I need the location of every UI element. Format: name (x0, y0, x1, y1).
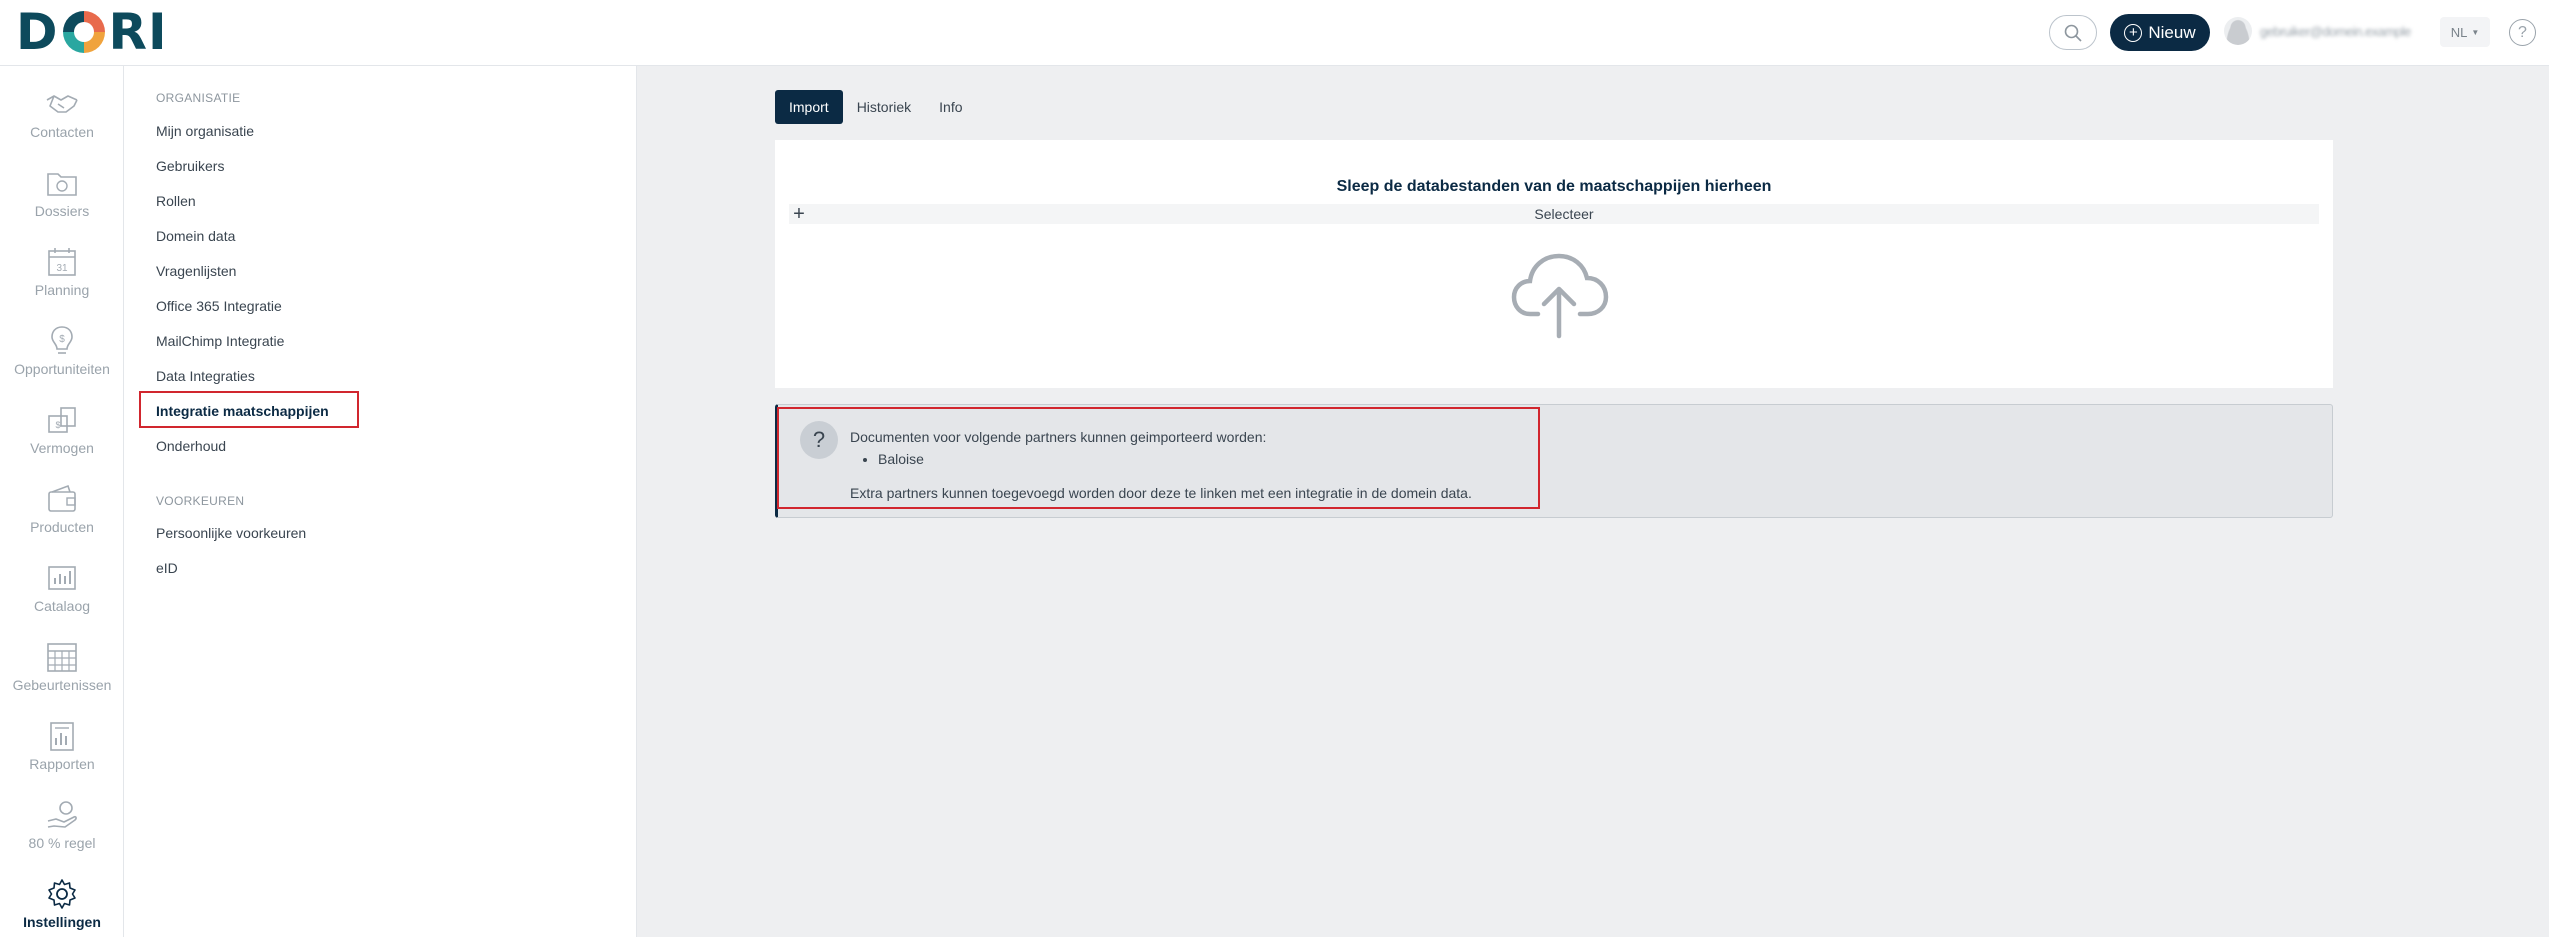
logo-letters: RI (108, 3, 168, 61)
avatar (2224, 17, 2252, 45)
wallet-icon (48, 484, 76, 512)
nav-item-opportuniteiten[interactable]: $ Opportuniteiten (0, 319, 124, 398)
menu-item-persoonlijke-voorkeuren[interactable]: Persoonlijke voorkeuren (156, 525, 306, 541)
section-heading-voorkeuren: VOORKEUREN (156, 494, 245, 508)
menu-item-domein-data[interactable]: Domein data (156, 228, 235, 244)
search-button[interactable] (2049, 15, 2097, 50)
tab-historiek[interactable]: Historiek (843, 90, 925, 124)
dori-logo[interactable]: D RI (16, 3, 168, 61)
nav-label: Vermogen (30, 440, 94, 456)
settings-menu: ORGANISATIE Mijn organisatie Gebruikers … (124, 66, 637, 937)
nav-label: 80 % regel (28, 835, 96, 851)
nav-item-planning[interactable]: 31 Planning (0, 240, 124, 319)
tab-info[interactable]: Info (925, 90, 976, 124)
nav-item-rapporten[interactable]: Rapporten (0, 714, 124, 793)
plus-circle-icon: + (2124, 23, 2143, 42)
nav-label: Dossiers (34, 203, 90, 219)
search-icon (2064, 24, 2082, 42)
nav-label: Contacten (30, 124, 94, 140)
report-icon (50, 722, 74, 751)
menu-item-mijn-organisatie[interactable]: Mijn organisatie (156, 123, 254, 139)
new-button[interactable]: + Nieuw (2110, 14, 2210, 51)
nav-label: Catalaog (33, 598, 91, 614)
folder-icon (47, 173, 77, 196)
menu-item-office-365[interactable]: Office 365 Integratie (156, 298, 282, 314)
lightbulb-icon: $ (51, 326, 73, 354)
upload-title: Sleep de databestanden van de maatschapp… (1336, 178, 1772, 195)
logo-letter: D (16, 3, 59, 61)
nav-label: Rapporten (29, 756, 95, 772)
language-dropdown[interactable]: NL ▼ (2440, 17, 2490, 47)
nav-label: Gebeurtenissen (12, 677, 112, 693)
user-menu[interactable]: gebruiker@domein.example (2224, 17, 2415, 45)
nav-item-catalaog[interactable]: Catalaog (0, 556, 124, 635)
grid-calendar-icon (47, 643, 77, 672)
info-highlight-box (777, 407, 1540, 509)
menu-item-mailchimp[interactable]: MailChimp Integratie (156, 333, 284, 349)
tab-import[interactable]: Import (775, 90, 843, 124)
nav-item-vermogen[interactable]: $ Vermogen (0, 398, 124, 477)
svg-text:$: $ (55, 420, 60, 430)
menu-item-vragenlijsten[interactable]: Vragenlijsten (156, 263, 236, 279)
nav-label: Producten (30, 519, 94, 535)
menu-item-data-integraties[interactable]: Data Integraties (156, 368, 255, 384)
nav-item-contacten[interactable]: Contacten (0, 82, 124, 161)
logo-ring-icon (62, 11, 105, 53)
menu-item-rollen[interactable]: Rollen (156, 193, 196, 209)
handshake-icon (46, 95, 78, 113)
menu-item-integratie-maatschappijen[interactable]: Integratie maatschappijen (156, 403, 329, 419)
nav-label: Opportuniteiten (14, 361, 110, 377)
main-navigation: Contacten Dossiers 31 Planning $ Opportu… (0, 66, 124, 937)
top-header: D RI + Nieuw gebruiker@domein.example NL… (0, 0, 2549, 66)
nav-label: Instellingen (23, 914, 101, 930)
user-name: gebruiker@domein.example (2260, 23, 2411, 39)
money-icon: $ (48, 407, 76, 433)
select-label: Selecteer (1534, 206, 1594, 222)
main-content: Import Historiek Info Sleep de databesta… (637, 66, 2549, 937)
calendar-icon: 31 (48, 248, 76, 276)
section-heading-organisatie: ORGANISATIE (156, 91, 241, 105)
question-icon: ? (2518, 23, 2527, 41)
nav-item-producten[interactable]: Producten (0, 477, 124, 556)
svg-text:31: 31 (56, 263, 68, 274)
language-label: NL (2450, 24, 2468, 40)
upload-dropzone[interactable]: Sleep de databestanden van de maatschapp… (775, 140, 2333, 388)
nav-item-dossiers[interactable]: Dossiers (0, 161, 124, 240)
nav-label: Planning (34, 282, 90, 298)
menu-item-onderhoud[interactable]: Onderhoud (156, 438, 226, 454)
caret-down-icon: ▼ (2471, 27, 2480, 37)
chart-icon (48, 566, 76, 590)
plus-icon: + (793, 203, 805, 225)
nav-item-gebeurtenissen[interactable]: Gebeurtenissen (0, 635, 124, 714)
select-files-button[interactable]: + Selecteer (789, 204, 2319, 224)
cloud-upload-icon (1511, 253, 1609, 339)
nav-item-instellingen[interactable]: Instellingen (0, 872, 124, 951)
tab-bar: Import Historiek Info (775, 90, 977, 124)
menu-item-eid[interactable]: eID (156, 560, 178, 576)
gear-icon (48, 879, 76, 909)
new-button-label: Nieuw (2148, 22, 2196, 42)
hand-coin-icon (47, 801, 77, 828)
help-button[interactable]: ? (2509, 19, 2536, 46)
menu-item-gebruikers[interactable]: Gebruikers (156, 158, 224, 174)
svg-text:$: $ (59, 334, 65, 345)
nav-item-80-regel[interactable]: 80 % regel (0, 793, 124, 872)
